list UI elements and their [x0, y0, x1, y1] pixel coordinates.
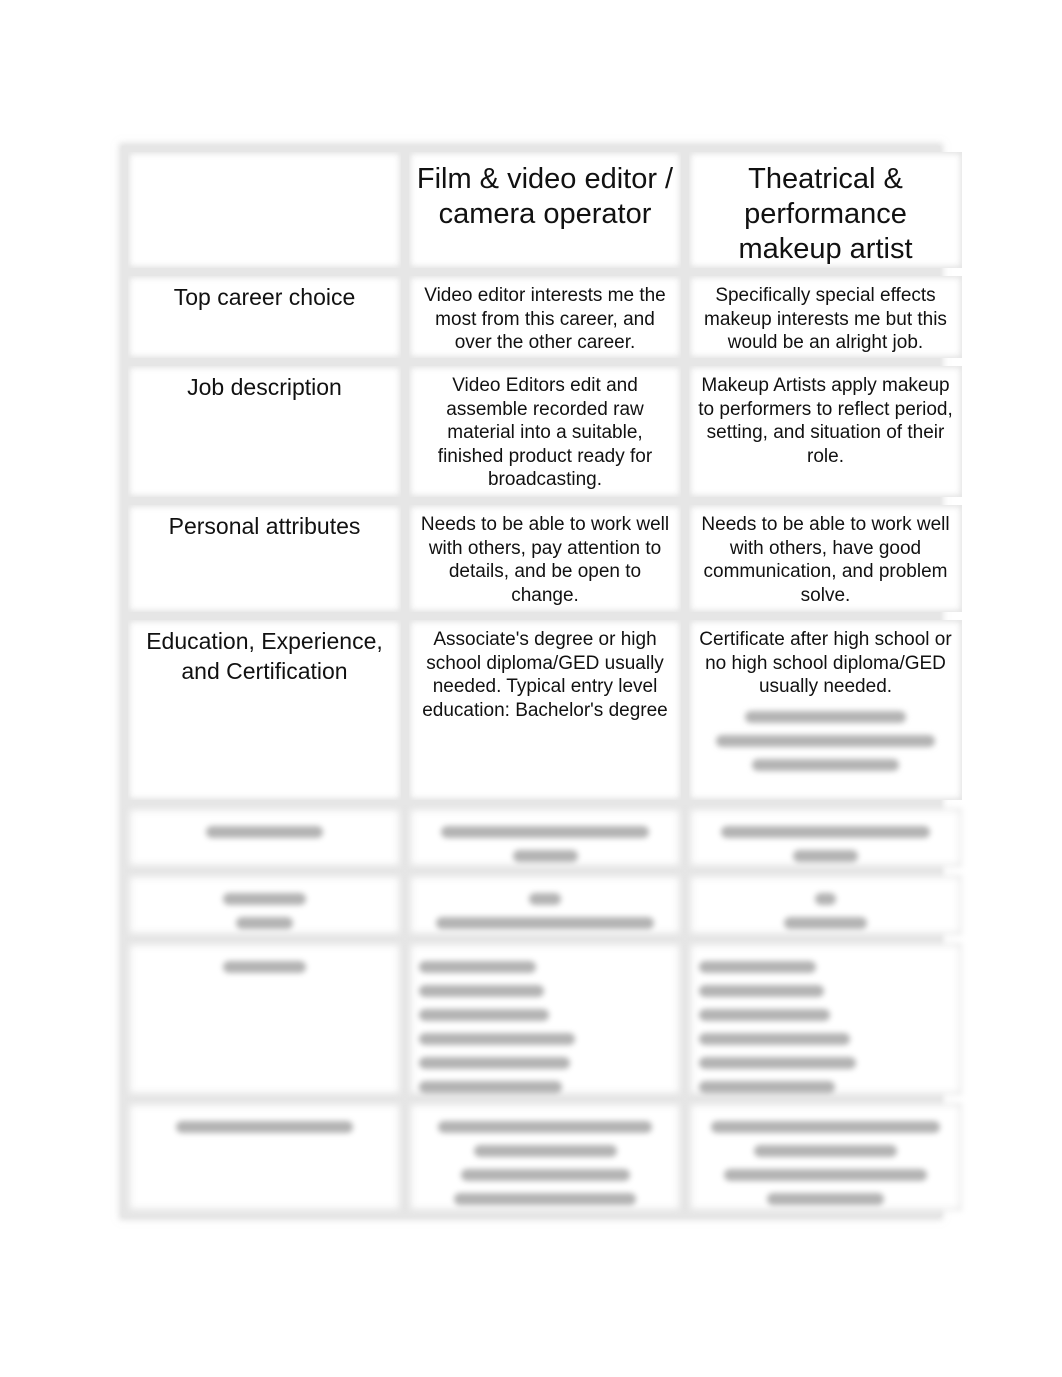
header-film-video-editor: Film & video editor / camera operator [409, 152, 681, 268]
career-comparison-table: Film & video editor / camera operator Th… [122, 146, 962, 1217]
obscured-row-label [128, 943, 401, 1095]
obscured-row-label [128, 808, 401, 867]
obscured-row-makeup [689, 943, 962, 1095]
cell-makeup-personal-attributes: Needs to be able to work well with other… [689, 505, 962, 612]
obscured-row-film [409, 808, 681, 867]
cell-film-top-career-choice: Video editor interests me the most from … [409, 276, 681, 358]
obscured-row-makeup [689, 875, 962, 935]
obscured-text [695, 710, 956, 771]
obscured-row-film [409, 943, 681, 1095]
cell-makeup-job-description: Makeup Artists apply makeup to performer… [689, 366, 962, 497]
row-label-education: Education, Experience, and Certification [128, 620, 401, 800]
cell-makeup-education: Certificate after high school or no high… [689, 620, 962, 800]
obscured-row-film [409, 875, 681, 935]
obscured-row-makeup [689, 1103, 962, 1211]
cell-makeup-education-text: Certificate after high school or no high… [699, 629, 952, 697]
obscured-row-label [128, 1103, 401, 1211]
cell-film-personal-attributes: Needs to be able to work well with other… [409, 505, 681, 612]
cell-film-education: Associate's degree or high school diplom… [409, 620, 681, 800]
header-makeup-artist: Theatrical & performance makeup artist [689, 152, 962, 268]
header-empty-cell [128, 152, 401, 268]
obscured-row-label [128, 875, 401, 935]
cell-film-job-description: Video Editors edit and assemble recorded… [409, 366, 681, 497]
row-label-job-description: Job description [128, 366, 401, 497]
obscured-row-makeup [689, 808, 962, 867]
row-label-personal-attributes: Personal attributes [128, 505, 401, 612]
row-label-top-career-choice: Top career choice [128, 276, 401, 358]
obscured-row-film [409, 1103, 681, 1211]
cell-makeup-top-career-choice: Specifically special effects makeup inte… [689, 276, 962, 358]
